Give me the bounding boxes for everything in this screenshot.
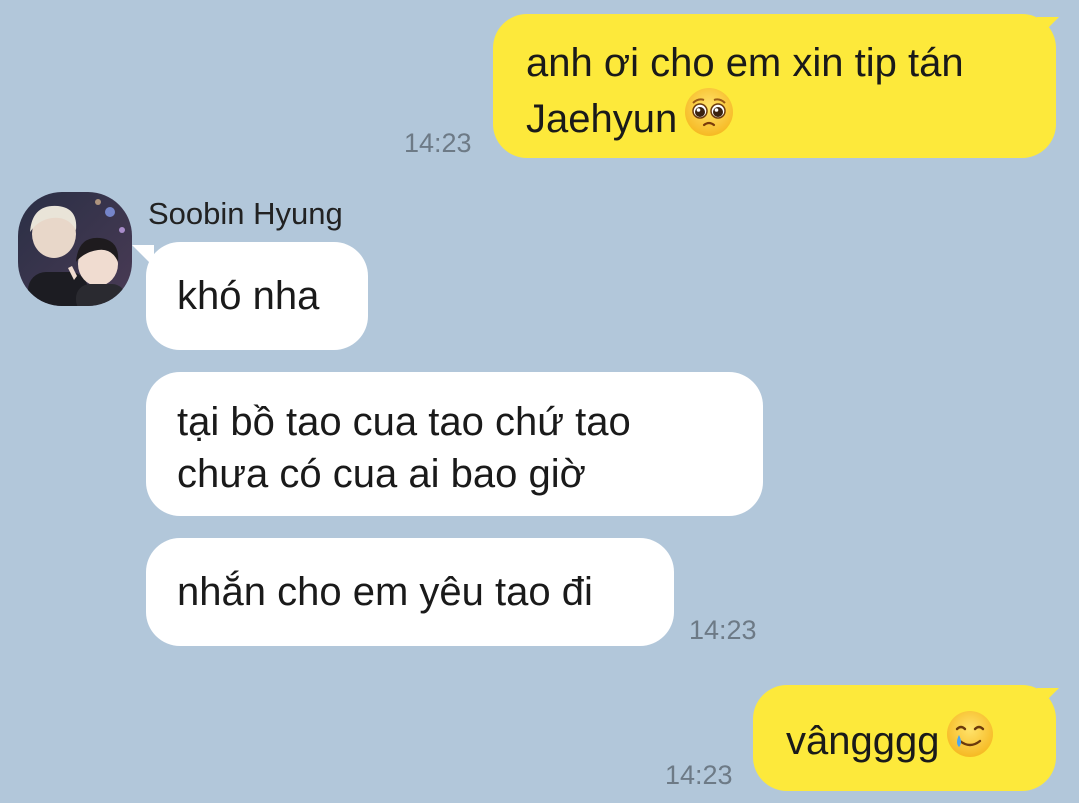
smiling-face-with-tear-icon [945,709,995,772]
bubble-tail [1037,17,1059,39]
message-text-line: tại bồ tao cua tao chứ tao [177,400,631,444]
message-text-line: anh ơi cho em xin tip tán [526,41,964,85]
message-text-line: Jaehyun [526,86,1056,154]
outgoing-message-bubble[interactable]: anh ơi cho em xin tip tán Jaehyun [493,14,1056,158]
bubble-tail [132,245,154,267]
bubble-tail [1037,688,1059,710]
message-timestamp: 14:23 [665,760,733,790]
chat-thread: 14:23 anh ơi cho em xin tip tán Jaehyun [0,0,1079,803]
message-text-line: chưa có cua ai bao giờ [177,452,586,496]
message-timestamp: 14:23 [689,615,757,645]
outgoing-message-bubble[interactable]: vângggg [753,685,1056,791]
pleading-face-icon [683,86,735,151]
message-text: vângggg [786,719,940,764]
incoming-message-bubble[interactable]: nhắn cho em yêu tao đi [146,538,674,646]
sender-name: Soobin Hyung [148,196,343,231]
message-timestamp: 14:23 [404,128,472,158]
message-text: Jaehyun [526,97,678,142]
contact-avatar[interactable] [18,192,132,306]
message-text: nhắn cho em yêu tao đi [177,570,593,614]
message-text: khó nha [177,274,320,318]
incoming-message-bubble[interactable]: tại bồ tao cua tao chứ tao chưa có cua a… [146,372,763,516]
incoming-message-bubble[interactable]: khó nha [146,242,368,350]
profile-photo-icon [18,192,132,306]
